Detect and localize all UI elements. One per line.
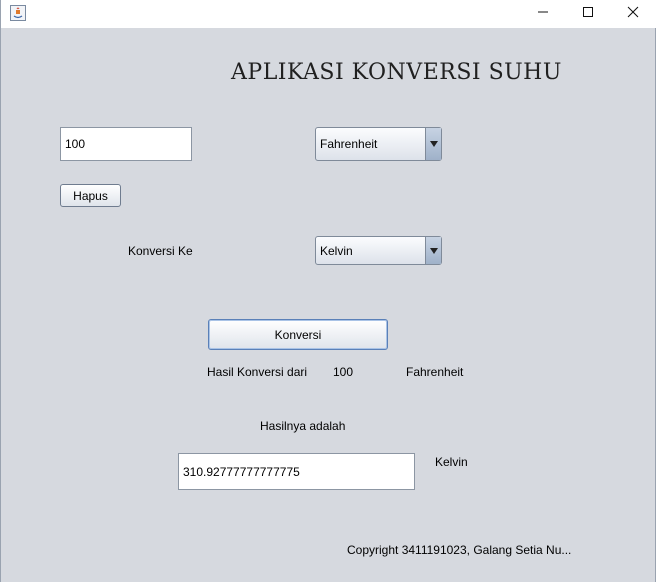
maximize-icon (582, 5, 594, 23)
title-bar (1, 0, 656, 28)
close-button[interactable] (610, 0, 656, 28)
chevron-down-icon[interactable] (425, 237, 441, 264)
maximize-button[interactable] (565, 0, 611, 28)
result-unit: Kelvin (435, 455, 468, 469)
copyright-text: Copyright 3411191023, Galang Setia Nu... (347, 543, 572, 557)
convert-button[interactable]: Konversi (208, 319, 388, 350)
to-unit-select[interactable]: Kelvin (315, 236, 442, 265)
temperature-input[interactable]: 100 (60, 127, 192, 161)
to-unit-value: Kelvin (320, 243, 353, 258)
result-from-unit: Fahrenheit (406, 365, 464, 379)
result-from-value: 100 (333, 365, 354, 379)
from-unit-value: Fahrenheit (320, 137, 378, 151)
java-app-icon (10, 5, 26, 21)
minimize-icon (537, 5, 549, 23)
app-window: APLIKASI KONVERSI SUHU 100 Fahrenheit Ha… (0, 0, 656, 582)
result-label: Hasilnya adalah (260, 419, 346, 433)
app-title: APLIKASI KONVERSI SUHU (231, 60, 562, 85)
clear-button[interactable]: Hapus (60, 184, 121, 207)
minimize-button[interactable] (520, 0, 566, 28)
convert-to-label: Konversi Ke (128, 244, 193, 258)
result-field[interactable]: 310.92777777777775 (178, 453, 415, 490)
chevron-down-icon[interactable] (425, 128, 441, 160)
close-icon (627, 5, 639, 23)
from-unit-select[interactable]: Fahrenheit (315, 127, 442, 161)
result-from-label: Hasil Konversi dari (207, 365, 308, 379)
